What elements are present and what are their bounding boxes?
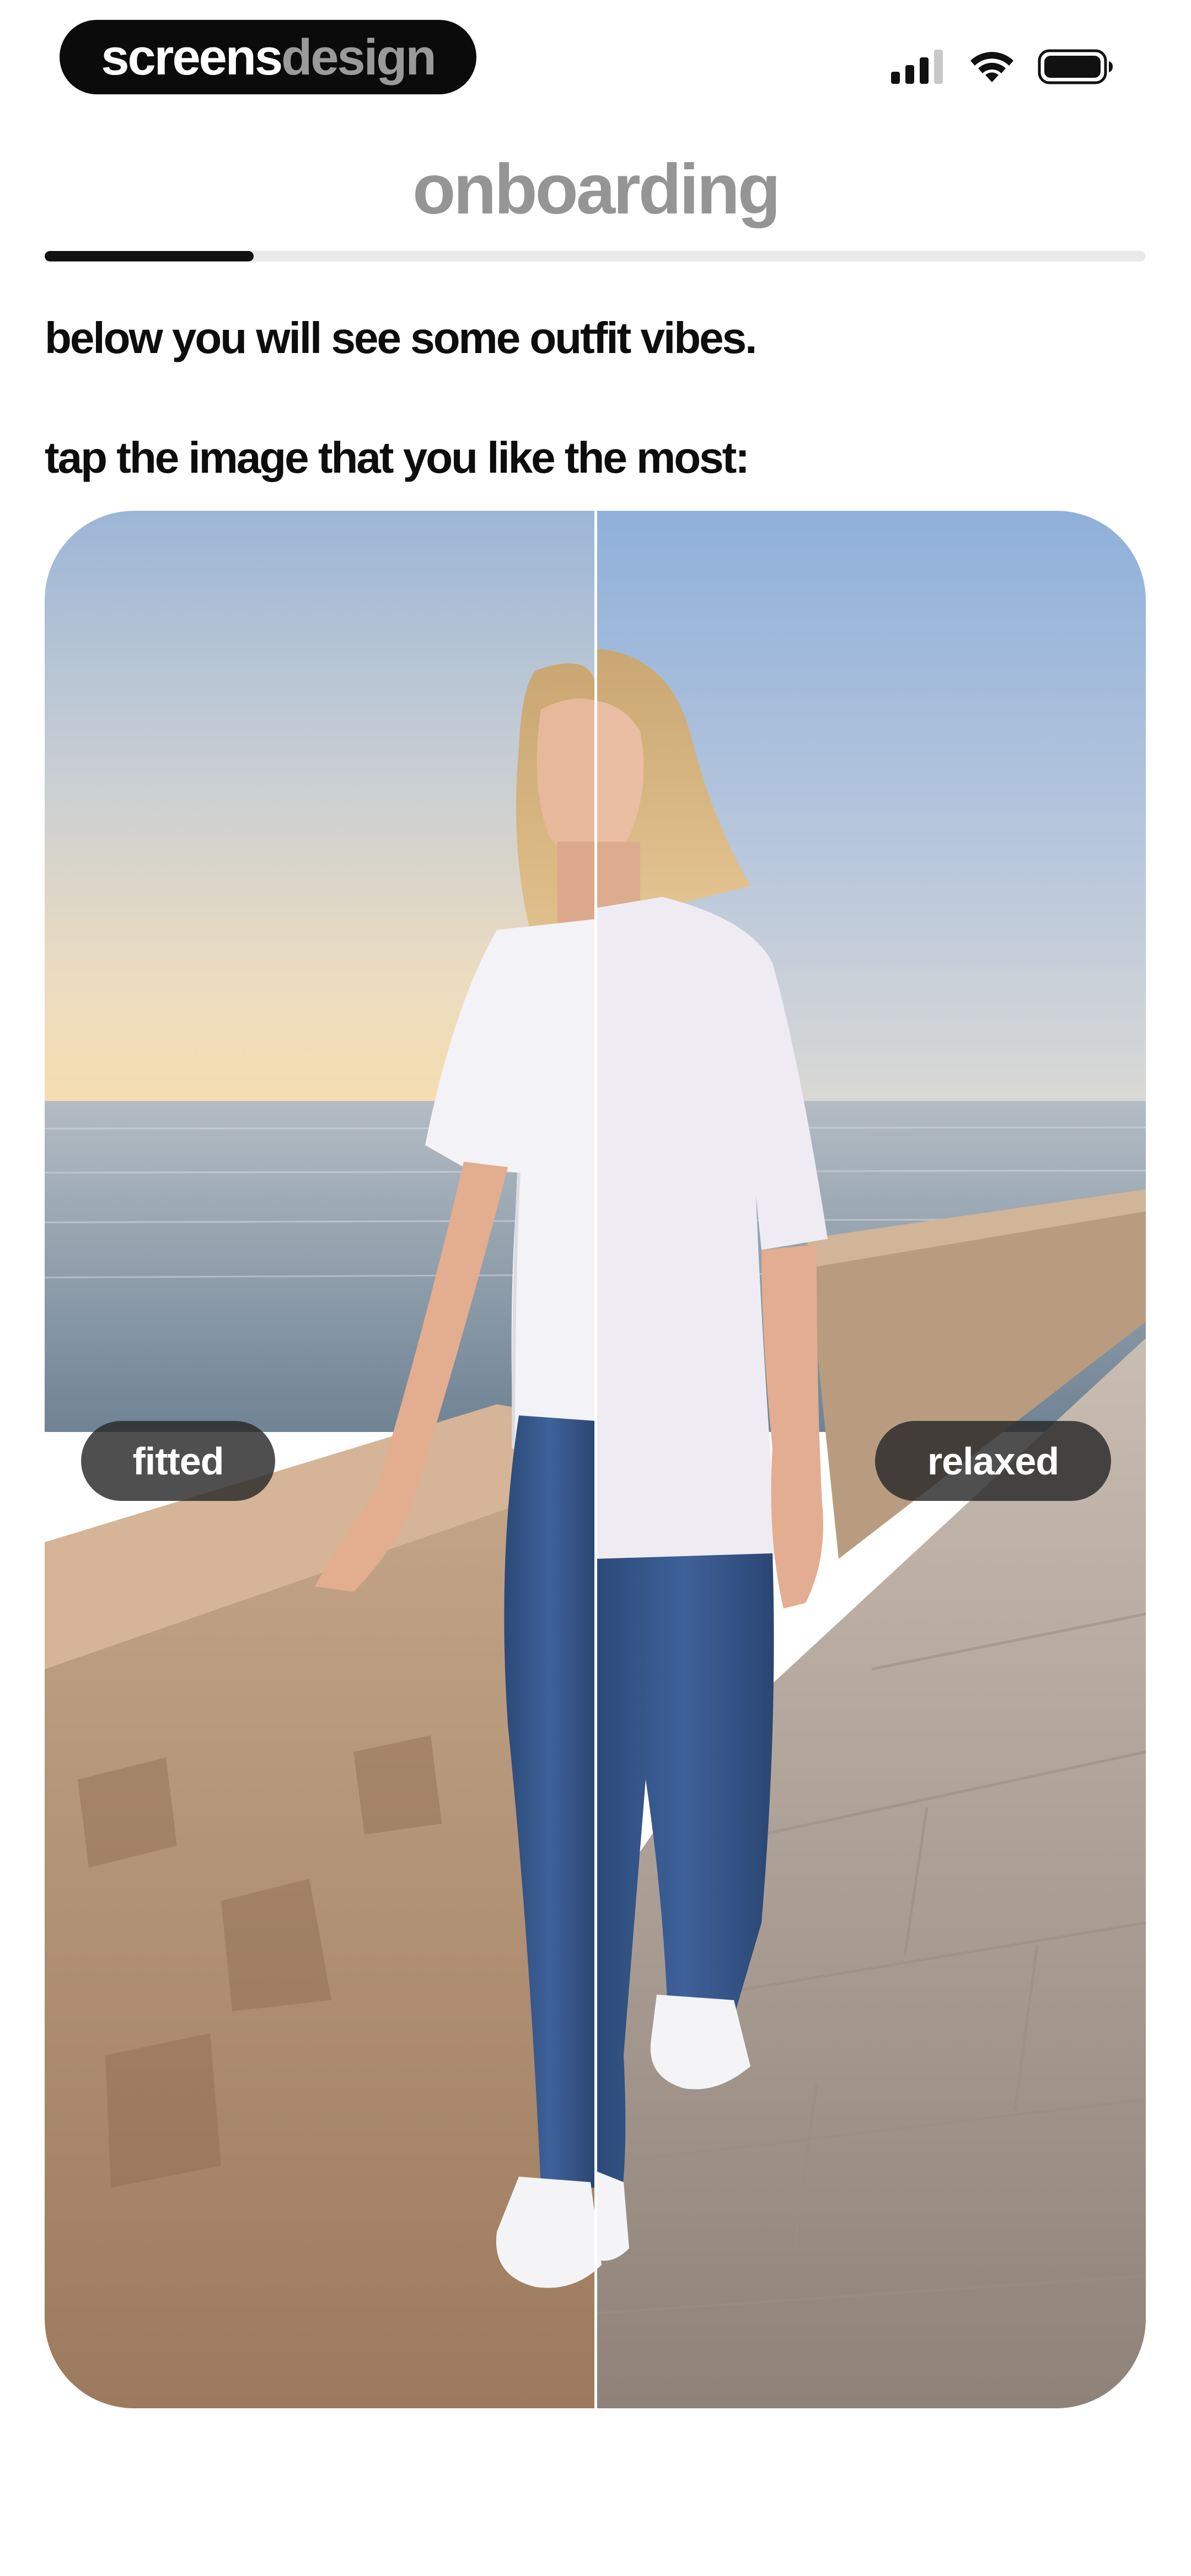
- brand-text-design: design: [281, 29, 436, 85]
- status-icons: [891, 47, 1114, 86]
- brand-text-screens: screens: [101, 29, 283, 85]
- instruction-line-1: below you will see some outfit vibes.: [45, 313, 757, 362]
- relaxed-label: relaxed: [875, 1421, 1111, 1501]
- progress-bar: [45, 251, 1146, 261]
- progress-fill: [45, 251, 254, 261]
- battery-icon: [1038, 49, 1113, 84]
- onboarding-screen: screens design onboarding below you will …: [0, 0, 1191, 2576]
- page-title: onboarding: [412, 150, 781, 229]
- fitted-label: fitted: [81, 1421, 275, 1501]
- instruction-line-2: tap the image that you like the most:: [45, 433, 750, 482]
- wifi-icon: [970, 52, 1013, 82]
- brand-logo: screens design: [60, 20, 476, 94]
- outfit-comparison-image: fitted relaxed: [45, 511, 1146, 2408]
- cellular-signal-icon: [891, 50, 943, 84]
